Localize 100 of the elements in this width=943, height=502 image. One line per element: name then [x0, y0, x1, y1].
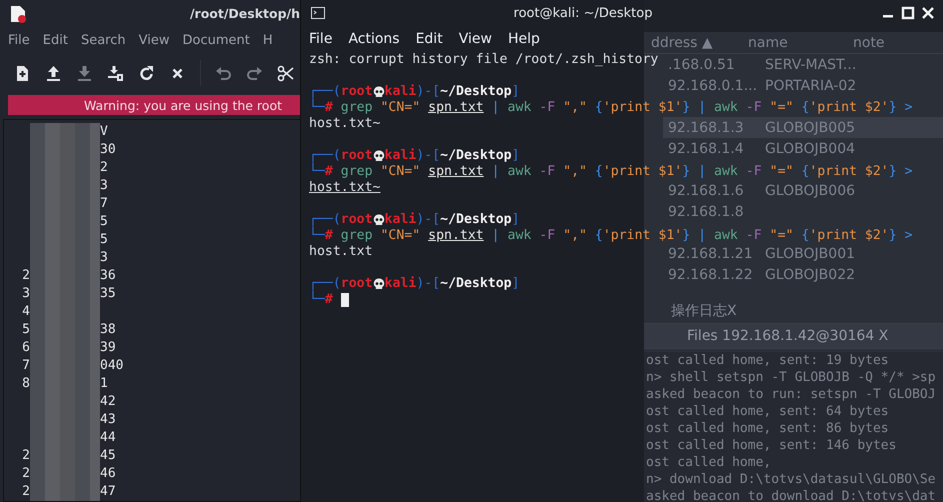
- prompt-frame: └─: [309, 228, 325, 244]
- prompt-symbol: #: [324, 292, 333, 308]
- upload-icon[interactable]: [45, 64, 62, 82]
- menu-item[interactable]: Help: [508, 31, 540, 47]
- menu-item[interactable]: Edit: [42, 33, 68, 48]
- prompt-frame: )-[: [416, 212, 440, 228]
- command-token: ",": [562, 228, 587, 244]
- skull-icon: [372, 214, 385, 226]
- menu-item[interactable]: File: [309, 31, 332, 47]
- log-line: asked beacon to download D:\totvs\dat: [646, 488, 937, 502]
- text-fragment: 4: [21, 303, 30, 321]
- menu-item[interactable]: View: [138, 33, 170, 48]
- command-token: ",": [562, 164, 587, 180]
- log-line: n> shell setspn -T GLOBOJB -Q */* >sp: [646, 369, 937, 386]
- command-token: |: [490, 164, 500, 180]
- close-icon[interactable]: [921, 6, 935, 20]
- text-fragment: 2: [21, 447, 30, 465]
- command-token: }: [682, 164, 690, 180]
- maximize-icon[interactable]: [901, 6, 915, 20]
- text-fragment: 2: [21, 483, 30, 501]
- command-token: grep: [340, 228, 373, 244]
- text-fragment: 5: [100, 213, 109, 231]
- text-fragment: 42: [100, 393, 117, 411]
- table-cell-text: 92.168.1.21: [668, 246, 754, 262]
- text-fragment: V: [100, 123, 109, 141]
- table-cell-text: SERV-MAST...: [765, 56, 858, 72]
- command-token: |: [697, 164, 706, 180]
- command-token: }: [888, 228, 897, 244]
- command-token: "=": [768, 164, 794, 180]
- menu-item[interactable]: View: [458, 31, 492, 47]
- log-line: asked beacon to run: setspn -T GLOBOJ: [646, 386, 937, 403]
- command-token: -F: [538, 228, 556, 244]
- table-cell-text: 92.168.1.8: [668, 204, 745, 220]
- download-lock-icon[interactable]: [107, 64, 124, 82]
- prompt-host: kali: [384, 276, 416, 292]
- table-cell-text: GLOBOJB005: [765, 120, 856, 136]
- text-fragment: 36: [100, 267, 117, 285]
- menu-item[interactable]: Edit: [416, 31, 443, 47]
- command-token: }: [682, 100, 690, 116]
- scissors-icon[interactable]: [277, 64, 294, 82]
- prompt-path: ~/Desktop: [440, 212, 512, 228]
- column-header[interactable]: note: [853, 34, 943, 50]
- text-fragment: 47: [100, 483, 117, 501]
- command-token: grep: [340, 164, 373, 180]
- menu-item[interactable]: H: [262, 33, 273, 48]
- tab[interactable]: Files 192.168.1.42@30164 X: [643, 324, 943, 349]
- log-line: ost called home, sent: 64 bytes: [646, 403, 890, 420]
- command-token: 'print $1': [602, 228, 682, 244]
- column-header[interactable]: name: [748, 34, 853, 50]
- text-fragment: 38: [100, 321, 117, 339]
- table-cell-text: GLOBOJB004: [765, 140, 856, 156]
- command-token: awk: [713, 100, 738, 116]
- menu-item[interactable]: File: [8, 33, 30, 48]
- text-fragment: 30: [100, 141, 117, 159]
- prompt-frame: └─: [309, 100, 325, 116]
- command-token: |: [697, 100, 706, 116]
- table-cell-text: 92.168.1.6: [668, 182, 745, 198]
- command-token: |: [490, 228, 500, 244]
- table-cell-text: GLOBOJB001: [765, 246, 856, 262]
- file-name: spn.txt: [428, 228, 484, 244]
- command-token: awk: [713, 164, 738, 180]
- window-title: root@kali: ~/Desktop: [512, 6, 654, 20]
- new-document-icon[interactable]: [14, 64, 31, 82]
- command-token: -F: [538, 164, 556, 180]
- command-token: 'print $2': [809, 164, 889, 180]
- command-token: >: [904, 228, 913, 244]
- menu-item[interactable]: Actions: [348, 31, 400, 47]
- skull-icon: [372, 150, 385, 162]
- text-fragment: 2: [21, 267, 30, 285]
- text-fragment: 39: [100, 339, 117, 357]
- text-fragment: 040: [100, 357, 124, 375]
- prompt-symbol: #: [324, 228, 333, 244]
- command-token: awk: [506, 164, 532, 180]
- reload-icon[interactable]: [138, 64, 155, 82]
- document-icon: [10, 4, 26, 23]
- text-fragment: 5: [100, 231, 109, 249]
- prompt-frame: ┌──(: [309, 84, 341, 100]
- column-header[interactable]: ddress ▲: [651, 34, 748, 50]
- table-cell-text: 92.168.0.1...: [668, 78, 758, 94]
- prompt-frame: ]: [512, 84, 520, 100]
- command-token: }: [888, 100, 897, 116]
- command-token: awk: [506, 228, 532, 244]
- command-token: "=": [768, 228, 794, 244]
- table-cell-text: GLOBOJB022: [765, 266, 856, 282]
- prompt-frame: ]: [512, 148, 520, 164]
- prompt-frame: ┌──(: [309, 276, 341, 292]
- menu-item[interactable]: Search: [80, 33, 126, 48]
- terminal-output: host.txt: [309, 244, 373, 260]
- prompt-frame: ]: [512, 212, 520, 228]
- terminal-output: host.txt~: [309, 116, 380, 132]
- prompt-frame: └─: [309, 164, 325, 180]
- prompt-frame: ┌──(: [309, 212, 341, 228]
- prompt-user: root: [340, 84, 373, 100]
- menu-item[interactable]: Document: [182, 33, 250, 48]
- warning-banner: Warning: you are using the root: [8, 95, 300, 115]
- text-fragment: 7: [100, 195, 109, 213]
- command-token: 'print $1': [602, 164, 682, 180]
- prompt-path: ~/Desktop: [440, 84, 512, 100]
- command-token: "=": [768, 100, 794, 116]
- text-fragment: 6: [21, 339, 30, 357]
